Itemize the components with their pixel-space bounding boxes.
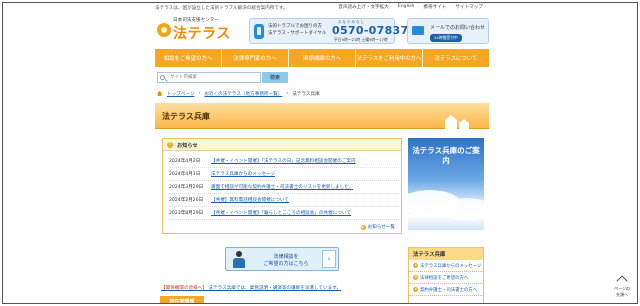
news-date: 2023年8月29日 — [169, 211, 204, 216]
mail-24h-badge: 24時間受付中 — [430, 34, 462, 42]
page-top-button[interactable]: ページの 先頭へ — [609, 273, 635, 299]
promo-text: 法テラス兵庫のご案内 — [412, 146, 480, 165]
search-button[interactable]: 検索 — [262, 72, 288, 83]
search-input[interactable] — [157, 72, 261, 83]
news-date: 2024年4月2日 — [169, 159, 201, 164]
breadcrumb: トップページ › お近くの法テラス（地方事務所一覧） › 法テラス兵庫 — [157, 91, 320, 97]
side-menu-label: 契約弁護士・司法書士の方へ — [420, 287, 478, 293]
breadcrumb-home[interactable]: トップページ — [167, 91, 194, 97]
mail-inquiry-label: メールでのお問い合わせ — [430, 25, 486, 31]
lecturer-dispatch-link[interactable]: 【関係機関の皆様へ】 法テラス兵庫では、業務説明・講演等の講師を派遣しています。 — [161, 285, 341, 291]
news-item: 2023年8月29日 【共催・イベント開催】「暮らしとこころの相談会」の共催につ… — [169, 207, 399, 220]
phone-number[interactable]: 0570-078374 — [332, 24, 416, 37]
nav-current-users[interactable]: 法テラスをご利用中の方へ — [356, 49, 423, 67]
chevron-up-icon — [616, 275, 628, 287]
phone-icon — [254, 24, 264, 39]
news-title: お知らせ — [177, 143, 198, 149]
news-date: 2024年4月1日 — [169, 172, 201, 177]
breadcrumb-separator: › — [286, 91, 289, 96]
page-top-label-2: 先頭へ — [616, 292, 628, 297]
arrow-circle-icon — [360, 224, 366, 230]
page-title: 法テラス兵庫 — [162, 112, 210, 121]
news-item: 2024年4月1日 法テラス兵庫からのメッセージ — [169, 168, 399, 181]
location-info-heading: 所在地情報 — [160, 296, 204, 303]
news-link[interactable]: 法テラス兵庫からのメッセージ — [211, 171, 275, 177]
mail-icon — [412, 26, 424, 35]
consultation-label-2: ご希望の方はこちら — [263, 261, 309, 267]
news-item: 2024年2月26日 【共催】無料電話相談会開催について — [169, 194, 399, 207]
link-mobile-site[interactable]: 携帯サイト — [423, 4, 446, 10]
promo-banner[interactable]: 法テラス兵庫のご案内 — [408, 138, 484, 230]
nav-about[interactable]: 法テラスについて — [423, 49, 489, 67]
site-search: 検索 — [155, 71, 489, 84]
support-dial-line1: 法的トラブルでお困りの方 — [268, 24, 322, 29]
utility-links: 音声読み上げ・文字拡大 English 携帯サイト サイトマップ — [338, 4, 483, 10]
global-nav: 相談をご希望の方へ 法律専門家の方へ 関係機関の方へ 法テラスをご利用中の方へ … — [155, 49, 489, 67]
arrow-circle-icon — [413, 275, 418, 280]
search-icon — [160, 75, 165, 80]
news-link[interactable]: 書面で相談が可能な契約弁護士・司法書士のリストを更新しました。 — [211, 184, 353, 190]
consultation-button[interactable]: 法律相談を ご希望の方はこちら › — [225, 247, 339, 271]
browser-page: 法テラスは、国が設立した法的トラブル解決の総合案内所です。 音声読み上げ・文字拡… — [2, 2, 638, 304]
nav-consultation[interactable]: 相談をご希望の方へ — [155, 49, 222, 67]
side-menu-item[interactable]: 法律相談をご希望の方へ — [409, 272, 483, 284]
side-menu-item[interactable]: 法テラス兵庫からのメッセージ — [409, 260, 483, 272]
link-accessibility[interactable]: 音声読み上げ・文字拡大 — [338, 4, 389, 10]
breadcrumb-offices[interactable]: お近くの法テラス（地方事務所一覧） — [204, 91, 282, 97]
news-date: 2024年3月29日 — [169, 185, 204, 190]
news-box: i お知らせ 2024年4月2日 【共催・イベント開催】「法テラスの日」記念無料… — [162, 138, 402, 234]
news-item: 2024年4月2日 【共催・イベント開催】「法テラスの日」記念無料相談会開催のご… — [169, 155, 399, 168]
link-english[interactable]: English — [398, 4, 415, 10]
home-icon — [157, 91, 162, 96]
news-more-label: お知らせ一覧 — [367, 225, 395, 230]
info-icon: i — [167, 142, 173, 148]
news-more-link[interactable]: お知らせ一覧 — [360, 224, 395, 230]
support-dial-box[interactable]: 法的トラブルでお困りの方 法テラス・サポートダイヤル おなやみなし 0570-0… — [249, 18, 416, 44]
lecturer-dispatch-text: 法テラス兵庫では、業務説明・講演等の講師を派遣しています。 — [208, 286, 341, 291]
link-sitemap[interactable]: サイトマップ — [455, 4, 483, 10]
support-dial-line2: 法テラス・サポートダイヤル — [268, 31, 327, 36]
breadcrumb-separator: › — [198, 91, 201, 96]
nav-legal-professionals[interactable]: 法律専門家の方へ — [222, 49, 289, 67]
page-title-band: 法テラス兵庫 — [155, 103, 489, 129]
sun-logo-icon — [157, 23, 171, 37]
arrow-circle-icon — [413, 263, 418, 268]
news-link[interactable]: 【共催】無料電話相談会開催について — [211, 197, 289, 203]
top-bar: 法テラスは、国が設立した法的トラブル解決の総合案内所です。 音声読み上げ・文字拡… — [3, 3, 637, 12]
news-link[interactable]: 【共催・イベント開催】「暮らしとこころの相談会」の共催について — [211, 210, 351, 216]
site-tagline: 法テラスは、国が設立した法的トラブル解決の総合案内所です。 — [155, 6, 288, 11]
site-logo[interactable]: 日本司法支援センター 法テラス — [157, 17, 247, 45]
consultant-icon — [232, 251, 246, 269]
logo-name: 法テラス — [173, 26, 231, 42]
arrow-circle-icon — [413, 287, 418, 292]
chevron-right-icon: › — [322, 250, 336, 268]
houses-icon — [445, 111, 471, 129]
side-menu-title: 法テラス兵庫 — [409, 248, 483, 260]
news-list: 2024年4月2日 【共催・イベント開催】「法テラスの日」記念無料相談会開催のご… — [169, 155, 399, 220]
side-menu-item[interactable]: 契約弁護士・司法書士の方へ — [409, 284, 483, 296]
phone-hours: 平日9時〜21時 土曜9時〜17時 — [334, 37, 388, 42]
news-link[interactable]: 【共催・イベント開催】「法テラスの日」記念無料相談会開催のご案内 — [211, 158, 356, 164]
nav-related-organizations[interactable]: 関係機関の方へ — [289, 49, 356, 67]
news-header: i お知らせ — [163, 139, 401, 151]
breadcrumb-current: 法テラス兵庫 — [292, 92, 320, 97]
side-menu-label: 法テラス兵庫からのメッセージ — [420, 263, 482, 269]
side-menu: 法テラス兵庫 法テラス兵庫からのメッセージ 法律相談をご希望の方へ 契約弁護士・… — [408, 247, 484, 303]
side-menu-label: 法律相談をご希望の方へ — [420, 275, 469, 281]
news-date: 2024年2月26日 — [169, 198, 204, 203]
mail-inquiry-button[interactable]: メールでのお問い合わせ 24時間受付中 — [407, 18, 489, 44]
news-item: 2024年3月29日 書面で相談が可能な契約弁護士・司法書士のリストを更新しまし… — [169, 181, 399, 194]
lecturer-dispatch-tag: 【関係機関の皆様へ】 — [161, 286, 207, 291]
consultation-label-1: 法律相談を — [273, 254, 299, 260]
